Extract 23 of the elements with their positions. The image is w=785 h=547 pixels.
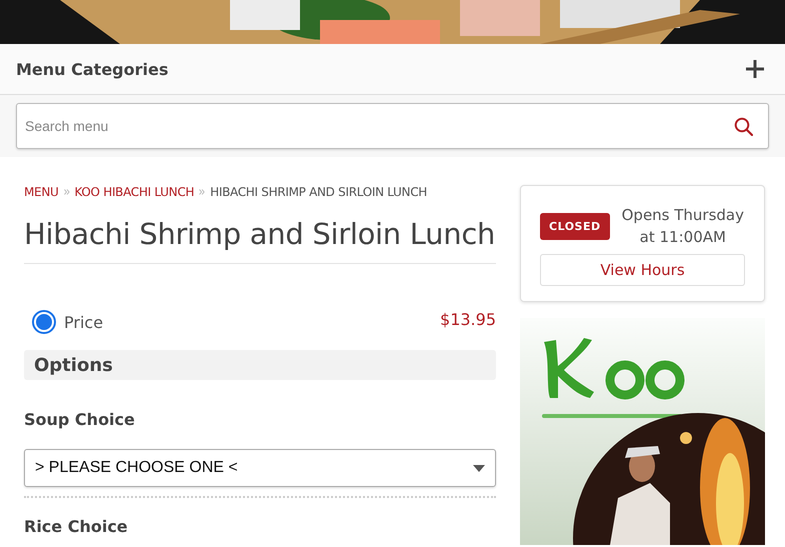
choice-dropdown[interactable]: > PLEASE CHOOSE ONE <	[24, 449, 496, 487]
price-radio[interactable]	[32, 310, 56, 334]
plus-icon	[746, 60, 764, 78]
opening-time: Opens Thursday at 11:00AM	[622, 205, 744, 248]
chevron-icon	[199, 189, 206, 195]
options-title: Options	[34, 354, 113, 376]
choice-label: Rice Choice	[24, 517, 129, 536]
search-icon[interactable]	[734, 117, 753, 136]
expand-button[interactable]	[745, 59, 765, 79]
search-field[interactable]: Search menu	[16, 103, 769, 149]
item-title: Hibachi Shrimp and Sirloin Lunch	[24, 217, 496, 264]
choice-label: Soup Choice	[24, 410, 136, 429]
price-label: Price	[64, 312, 104, 332]
caret-icon	[473, 464, 485, 472]
breadcrumb-link[interactable]: KOO HIBACHI LUNCH	[74, 185, 194, 199]
breadcrumb-link[interactable]: MENU	[24, 185, 58, 199]
price-amount: $13.95	[440, 310, 496, 328]
view-hours-button[interactable]: View Hours	[540, 254, 745, 286]
chevron-icon	[64, 189, 70, 195]
breadcrumb-current: HIBACHI SHRIMP AND SIRLOIN LUNCH	[210, 185, 428, 199]
menu-categories-title: Menu Categories	[16, 60, 168, 78]
menu-categories-bar[interactable]: Menu Categories	[0, 44, 785, 95]
status-badge: CLOSED	[540, 212, 610, 240]
